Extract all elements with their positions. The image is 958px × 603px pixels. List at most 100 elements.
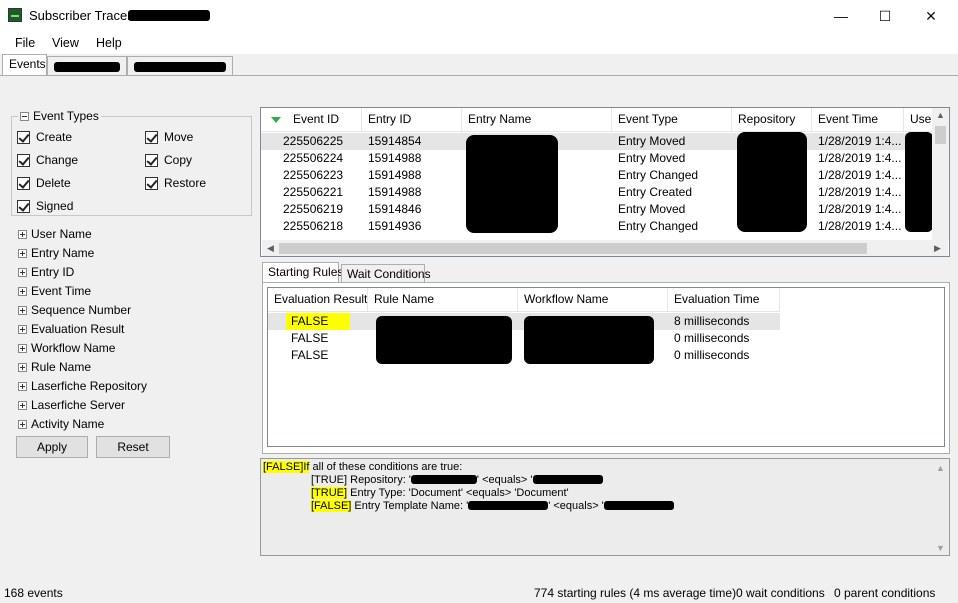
table-row[interactable]: 225506223 15914988 Entry Changed 1/28/20…	[261, 167, 932, 184]
checkbox-icon[interactable]	[145, 176, 158, 190]
expand-icon[interactable]	[18, 229, 27, 239]
expand-icon[interactable]	[18, 343, 27, 353]
table-row[interactable]: 225506221 15914988 Entry Created 1/28/20…	[261, 184, 932, 201]
filter-label: Workflow Name	[31, 341, 116, 355]
cell-evaluation-time: 8 milliseconds	[674, 314, 750, 328]
event-types-legend[interactable]: Event Types	[18, 109, 101, 123]
scroll-up-icon[interactable]: ▲	[936, 462, 945, 475]
checkbox-restore[interactable]: Restore	[145, 176, 206, 190]
filter-activity-name[interactable]: Activity Name	[18, 417, 104, 431]
filter-laserfiche-server[interactable]: Laserfiche Server	[18, 398, 125, 412]
expand-icon[interactable]	[18, 267, 27, 277]
filter-laserfiche-repository[interactable]: Laserfiche Repository	[18, 379, 147, 393]
starting-rules-page: Evaluation Result Rule Name Workflow Nam…	[262, 282, 950, 454]
close-button[interactable]: ✕	[908, 0, 954, 32]
events-vertical-scrollbar[interactable]: ▲	[932, 108, 949, 240]
checkbox-icon[interactable]	[17, 130, 30, 144]
checkbox-move[interactable]: Move	[145, 130, 193, 144]
collapse-icon[interactable]	[20, 111, 29, 121]
checkbox-change[interactable]: Change	[17, 153, 78, 167]
expand-icon[interactable]	[18, 324, 27, 334]
cell-event-time: 1/28/2019 1:4...	[818, 134, 902, 148]
menu-help[interactable]: Help	[96, 36, 122, 50]
detail-text: Repository: '	[347, 474, 411, 486]
minimize-button[interactable]: —	[818, 0, 864, 32]
maximize-button[interactable]: ☐	[862, 0, 908, 32]
col-entry-id[interactable]: Entry ID	[362, 108, 462, 132]
filter-sequence-number[interactable]: Sequence Number	[18, 303, 131, 317]
table-row[interactable]: 225506224 15914988 Entry Moved 1/28/2019…	[261, 150, 932, 167]
tab-starting-rules[interactable]: Starting Rules	[262, 262, 343, 284]
col-entry-name[interactable]: Entry Name	[462, 108, 612, 132]
col-event-type[interactable]: Event Type	[612, 108, 732, 132]
expand-icon[interactable]	[18, 305, 27, 315]
detail-text: Entry Template Name: '	[351, 500, 469, 512]
menu-file[interactable]: File	[15, 36, 35, 50]
expand-icon[interactable]	[18, 400, 27, 410]
cell-entry-id: 15914936	[368, 219, 422, 233]
expand-icon[interactable]	[18, 381, 27, 391]
filter-label: Event Time	[31, 284, 92, 298]
cell-entry-id: 15914854	[368, 134, 422, 148]
apply-button[interactable]: Apply	[16, 436, 88, 458]
detail-text: ' <equals> '	[476, 474, 533, 486]
checkbox-icon[interactable]	[17, 153, 30, 167]
menu-view[interactable]: View	[52, 36, 79, 50]
events-horizontal-scrollbar[interactable]: ◀ ▶	[262, 240, 948, 256]
expand-icon[interactable]	[18, 286, 27, 296]
col-evaluation-result[interactable]: Evaluation Result	[268, 288, 368, 312]
table-row[interactable]: 225506218 15914936 Entry Changed 1/28/20…	[261, 218, 932, 235]
checkbox-icon[interactable]	[17, 199, 30, 213]
tab-wait-conditions[interactable]: Wait Conditions	[341, 264, 431, 284]
tab-redacted-2[interactable]	[127, 56, 233, 76]
table-row[interactable]: 225506219 15914846 Entry Moved 1/28/2019…	[261, 201, 932, 218]
scroll-down-icon[interactable]: ▼	[936, 542, 945, 555]
col-rule-name[interactable]: Rule Name	[368, 288, 518, 312]
scroll-left-icon[interactable]: ◀	[267, 243, 274, 254]
col-workflow-name[interactable]: Workflow Name	[518, 288, 668, 312]
cell-event-id: 225506223	[283, 168, 344, 182]
filter-user-name[interactable]: User Name	[18, 227, 92, 241]
scroll-thumb[interactable]	[935, 126, 946, 144]
tab-redacted-1[interactable]	[47, 56, 127, 76]
detail-text: ' <equals> '	[548, 500, 604, 512]
checkbox-create[interactable]: Create	[17, 130, 72, 144]
expand-icon[interactable]	[18, 248, 27, 258]
result-tag: [TRUE]	[311, 487, 348, 499]
checkbox-icon[interactable]	[17, 176, 30, 190]
filter-entry-name[interactable]: Entry Name	[18, 246, 94, 260]
scroll-right-icon[interactable]: ▶	[934, 243, 941, 254]
filter-evaluation-result[interactable]: Evaluation Result	[18, 322, 124, 336]
checkbox-icon[interactable]	[145, 153, 158, 167]
checkbox-copy[interactable]: Copy	[145, 153, 192, 167]
checkbox-signed[interactable]: Signed	[17, 199, 73, 213]
cell-event-type: Entry Changed	[618, 219, 699, 233]
col-event-id[interactable]: Event ID	[261, 108, 362, 132]
col-repository[interactable]: Repository	[732, 108, 812, 132]
rule-details-pane[interactable]: [FALSE]If all of these conditions are tr…	[260, 458, 950, 556]
filter-rule-name[interactable]: Rule Name	[18, 360, 91, 374]
redacted-users	[905, 132, 933, 232]
cell-evaluation-time: 0 milliseconds	[674, 331, 750, 345]
result-tag: [FALSE]	[311, 500, 352, 512]
col-evaluation-time[interactable]: Evaluation Time	[668, 288, 780, 312]
reset-button[interactable]: Reset	[96, 436, 170, 458]
filter-workflow-name[interactable]: Workflow Name	[18, 341, 115, 355]
redacted-repositories	[737, 132, 807, 232]
table-row[interactable]: 225506225 15914854 Entry Moved 1/28/2019…	[261, 133, 932, 150]
checkbox-label: Move	[164, 130, 194, 144]
expand-icon[interactable]	[18, 362, 27, 372]
tab-events[interactable]: Events	[2, 54, 47, 76]
filter-entry-id[interactable]: Entry ID	[18, 265, 74, 279]
details-vertical-scrollbar[interactable]: ▲ ▼	[932, 459, 949, 555]
status-starting-rules: 774 starting rules (4 ms average time)	[534, 586, 737, 600]
expand-icon[interactable]	[18, 419, 27, 429]
checkbox-label: Signed	[36, 199, 74, 213]
checkbox-delete[interactable]: Delete	[17, 176, 71, 190]
filter-event-time[interactable]: Event Time	[18, 284, 91, 298]
filter-label: Evaluation Result	[31, 322, 125, 336]
scroll-thumb[interactable]	[279, 243, 867, 254]
checkbox-icon[interactable]	[145, 130, 158, 144]
scroll-up-icon[interactable]: ▲	[936, 110, 945, 120]
col-event-time[interactable]: Event Time	[812, 108, 904, 132]
